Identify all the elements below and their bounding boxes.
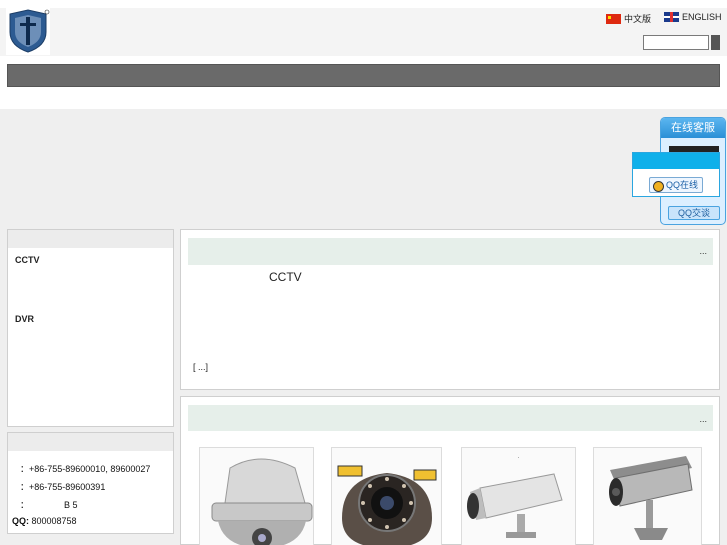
- contact-panel: ：+86-755-89600010, 89600027 ：+86-755-896…: [7, 432, 174, 534]
- contact-address: ： B 5: [20, 500, 78, 510]
- search-input[interactable]: [643, 35, 709, 50]
- product-speed-dome[interactable]: [199, 447, 314, 545]
- contact-qq-label: QQ:: [12, 516, 29, 526]
- category-item-cctv[interactable]: CCTV: [15, 255, 40, 265]
- outdoor-bullet-camera-image: [594, 448, 701, 545]
- products-more-link[interactable]: ...: [699, 414, 707, 424]
- lang-chinese-link[interactable]: 中文版: [606, 12, 651, 25]
- product-bullet-camera[interactable]: .: [461, 447, 576, 545]
- qq-chat-button[interactable]: QQ交谈: [668, 206, 720, 220]
- lang-english-label: ENGLISH: [682, 12, 722, 22]
- lang-chinese-label: 中文版: [624, 14, 652, 24]
- intro-header: ...: [188, 238, 713, 265]
- logo[interactable]: [6, 8, 50, 55]
- product-caption: .: [517, 454, 520, 460]
- qq-online-button[interactable]: QQ在线: [649, 177, 703, 193]
- speed-dome-camera-image: [200, 448, 313, 545]
- qq-popup-header: [633, 153, 719, 169]
- contact-phone: ：+86-755-89600010, 89600027: [20, 464, 151, 474]
- category-panel-header: [8, 230, 173, 248]
- products-header: ...: [188, 405, 713, 431]
- contact-panel-header: [8, 433, 173, 451]
- contact-qq-value: 800008758: [31, 516, 77, 526]
- product-outdoor-bullet[interactable]: [593, 447, 702, 545]
- lang-english-link[interactable]: ENGLISH: [664, 12, 722, 22]
- product-focus-zoom-dome[interactable]: [331, 447, 442, 545]
- qq-online-label: QQ在线: [665, 180, 698, 190]
- qq-online-popup: QQ在线: [632, 152, 720, 197]
- intro-panel: ... CCTV [ ...]: [180, 229, 720, 390]
- contact-fax: ：+86-755-89600391: [20, 482, 106, 492]
- qq-service-title: 在线客服: [661, 118, 725, 138]
- nav-bar[interactable]: [7, 64, 720, 87]
- bullet-camera-image: [462, 448, 575, 545]
- products-panel: ... .: [180, 396, 720, 545]
- intro-more-link[interactable]: ...: [699, 246, 707, 256]
- china-flag-icon: [606, 13, 621, 24]
- focus-zoom-dome-camera-image: [332, 448, 441, 545]
- category-item-dvr[interactable]: DVR: [15, 314, 34, 324]
- uk-flag-icon: [664, 12, 679, 22]
- contact-qq: QQ: 800008758: [12, 516, 77, 526]
- intro-detail-link[interactable]: [ ...]: [193, 362, 208, 372]
- category-panel: CCTV DVR: [7, 229, 174, 427]
- intro-text: CCTV: [269, 270, 302, 284]
- shield-logo-icon: [9, 9, 50, 53]
- search-button[interactable]: [711, 35, 720, 50]
